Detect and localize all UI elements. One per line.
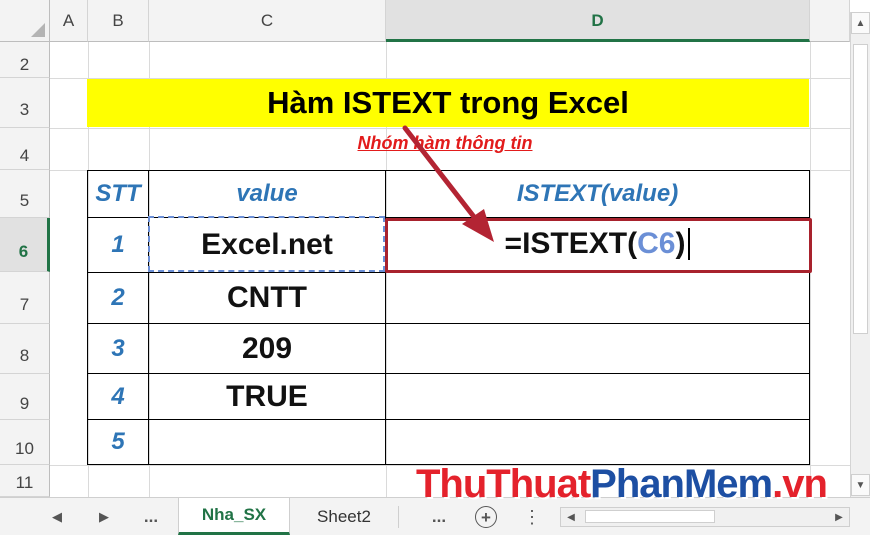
tab-next-icon[interactable]: ▶ — [92, 498, 116, 536]
watermark-logo: ThuThuatPhanMem.vn — [416, 462, 828, 507]
watermark-part3: .vn — [772, 462, 828, 506]
watermark-part1: ThuThuat — [416, 462, 591, 506]
tab-prev-icon[interactable]: ◀ — [45, 498, 69, 536]
vertical-scroll-thumb[interactable] — [853, 44, 868, 334]
tab-more-left[interactable]: ... — [138, 498, 164, 536]
tab-nha-sx[interactable]: Nha_SX — [178, 498, 290, 535]
watermark-part2: PhanMem — [590, 462, 773, 506]
scroll-left-icon[interactable]: ◀ — [561, 508, 581, 526]
spreadsheet: A B C D 2 3 4 5 6 7 8 9 10 11 Hàm ISTEXT… — [0, 0, 870, 535]
horizontal-scroll-thumb[interactable] — [585, 510, 715, 523]
horizontal-scrollbar[interactable]: ◀ ▶ — [560, 507, 850, 527]
scroll-down-icon[interactable]: ▼ — [851, 474, 870, 496]
scroll-right-icon[interactable]: ▶ — [829, 508, 849, 526]
tab-separator — [398, 506, 399, 528]
vertical-scrollbar[interactable]: ▲ ▼ — [850, 12, 870, 497]
tab-sheet2[interactable]: Sheet2 — [296, 498, 392, 535]
annotation-arrow-icon — [402, 125, 494, 242]
add-sheet-label: + — [475, 506, 497, 528]
scroll-up-icon[interactable]: ▲ — [851, 12, 870, 34]
